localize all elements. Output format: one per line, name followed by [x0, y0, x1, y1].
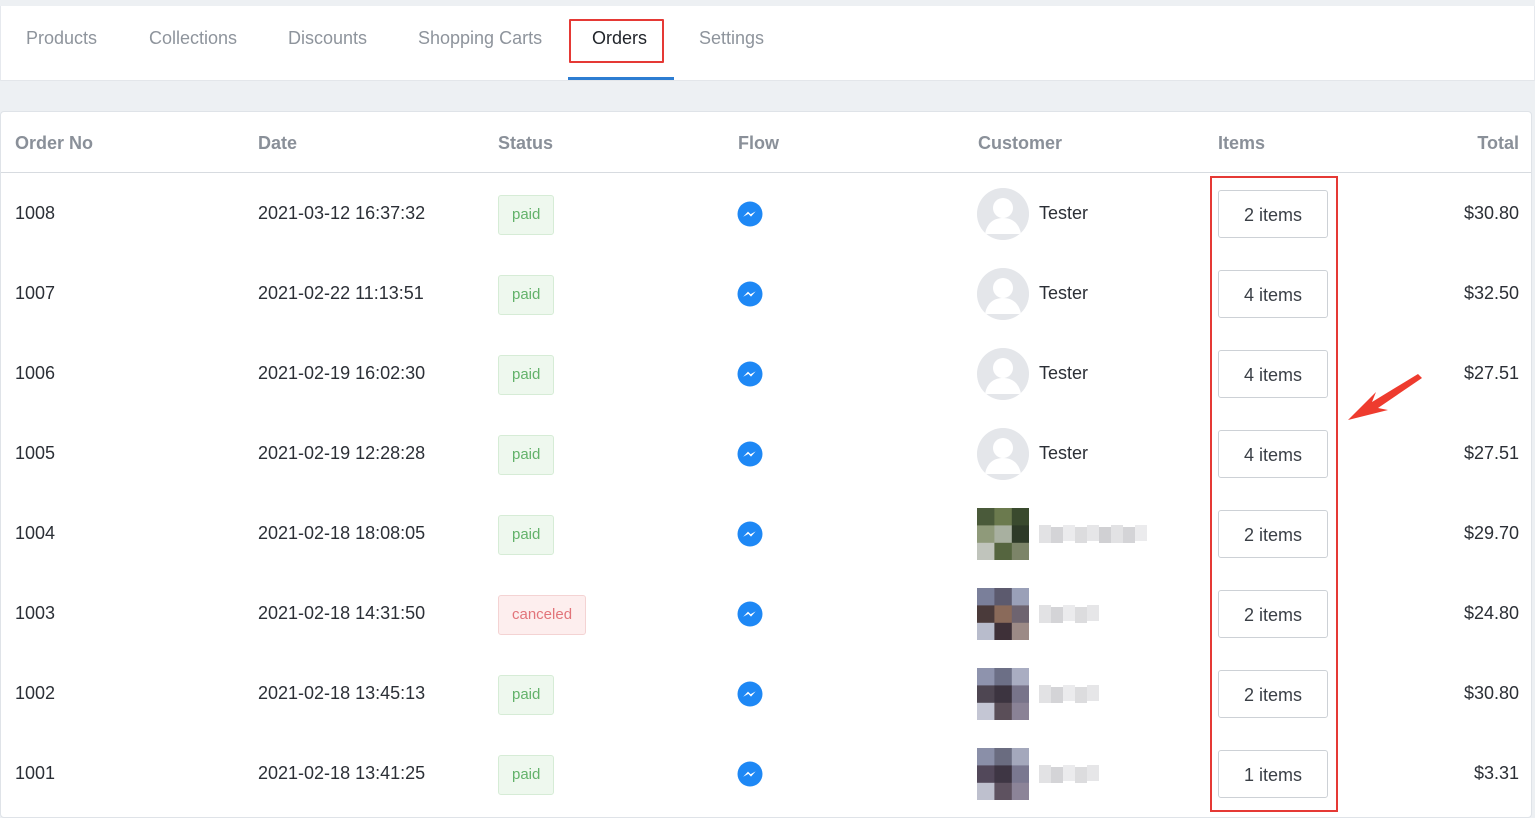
- header-items: Items: [1218, 133, 1266, 153]
- items-button[interactable]: 2 items: [1218, 510, 1328, 558]
- order-no: 1003: [15, 603, 56, 623]
- customer-name-redacted: [1039, 765, 1099, 785]
- tab-settings[interactable]: Settings: [699, 28, 764, 49]
- header-flow: Flow: [738, 133, 779, 153]
- order-no: 1004: [15, 523, 56, 543]
- order-date: 2021-02-18 13:41:25: [258, 763, 426, 783]
- status-badge: paid: [498, 275, 555, 315]
- order-total: $24.80: [1463, 603, 1519, 623]
- header-total: Total: [1477, 133, 1519, 153]
- messenger-icon: [737, 601, 763, 627]
- order-total: $32.50: [1463, 283, 1519, 303]
- messenger-icon: [737, 441, 763, 467]
- status-badge: paid: [498, 195, 555, 235]
- status-badge: paid: [498, 675, 555, 715]
- items-button[interactable]: 4 items: [1218, 350, 1328, 398]
- table-row[interactable]: 1005 2021-02-19 12:28:28 paid Tester 4 items…: [1, 414, 1531, 494]
- messenger-icon: [737, 681, 763, 707]
- customer-name: Tester: [1039, 443, 1089, 463]
- order-total: $30.80: [1463, 203, 1519, 223]
- items-button[interactable]: 2 items: [1218, 590, 1328, 638]
- tab-orders[interactable]: Orders: [592, 28, 647, 49]
- customer-name: Tester: [1039, 363, 1089, 383]
- order-date: 2021-02-18 18:08:05: [258, 523, 426, 543]
- items-button[interactable]: 2 items: [1218, 670, 1328, 718]
- table-row[interactable]: 1001 2021-02-18 13:41:25 paid 1 items $3.31: [1, 734, 1531, 814]
- orders-table: Order No Date Status Flow Customer Items…: [0, 111, 1532, 818]
- order-no: 1001: [15, 763, 56, 783]
- messenger-icon: [737, 361, 763, 387]
- order-total: $27.51: [1463, 443, 1519, 463]
- customer-name: Tester: [1039, 203, 1089, 223]
- table-row[interactable]: 1002 2021-02-18 13:45:13 paid 2 items $30.80: [1, 654, 1531, 734]
- status-badge: paid: [498, 515, 555, 555]
- order-date: 2021-02-22 11:13:51: [258, 283, 424, 303]
- order-date: 2021-02-18 13:45:13: [258, 683, 426, 703]
- table-header: Order No Date Status Flow Customer Items…: [1, 112, 1531, 173]
- tab-discounts[interactable]: Discounts: [288, 28, 367, 49]
- customer-name-redacted: [1039, 685, 1099, 705]
- messenger-icon: [737, 521, 763, 547]
- customer-name-redacted: [1039, 525, 1147, 545]
- header-customer: Customer: [978, 133, 1063, 153]
- messenger-icon: [737, 201, 763, 227]
- order-date: 2021-03-12 16:37:32: [258, 203, 426, 223]
- order-date: 2021-02-19 16:02:30: [258, 363, 426, 383]
- order-no: 1005: [15, 443, 56, 463]
- messenger-icon: [737, 281, 763, 307]
- order-no: 1007: [15, 283, 56, 303]
- order-total: $29.70: [1463, 523, 1519, 543]
- header-status: Status: [498, 133, 554, 153]
- customer-avatar: [977, 668, 1029, 720]
- order-no: 1006: [15, 363, 56, 383]
- customer-avatar: [977, 268, 1029, 320]
- order-date: 2021-02-19 12:28:28: [258, 443, 426, 463]
- items-button[interactable]: 2 items: [1218, 190, 1328, 238]
- order-date: 2021-02-18 14:31:50: [258, 603, 426, 623]
- header-date: Date: [258, 133, 298, 153]
- table-row[interactable]: 1006 2021-02-19 16:02:30 paid Tester 4 items…: [1, 334, 1531, 414]
- items-button[interactable]: 1 items: [1218, 750, 1328, 798]
- customer-avatar: [977, 348, 1029, 400]
- status-badge: paid: [498, 755, 555, 795]
- order-no: 1008: [15, 203, 56, 223]
- table-row[interactable]: 1007 2021-02-22 11:13:51 paid Tester 4 items…: [1, 254, 1531, 334]
- table-row[interactable]: 1003 2021-02-18 14:31:50 canceled 2 items $2…: [1, 574, 1531, 654]
- order-total: $3.31: [1473, 763, 1519, 783]
- tab-products[interactable]: Products: [26, 28, 97, 49]
- status-badge: paid: [498, 435, 555, 475]
- tab-shopping-carts[interactable]: Shopping Carts: [418, 28, 542, 49]
- customer-avatar: [977, 588, 1029, 640]
- customer-avatar: [977, 188, 1029, 240]
- active-tab-indicator: [568, 77, 674, 80]
- status-badge: paid: [498, 355, 555, 395]
- table-row[interactable]: 1004 2021-02-18 18:08:05 paid 2 items $29.70: [1, 494, 1531, 574]
- order-total: $30.80: [1463, 683, 1519, 703]
- table-row[interactable]: 1008 2021-03-12 16:37:32 paid Tester 2 items…: [1, 174, 1531, 254]
- customer-avatar: [977, 508, 1029, 560]
- tab-bar: Products Collections Discounts Shopping …: [0, 6, 1535, 81]
- tab-collections[interactable]: Collections: [149, 28, 237, 49]
- customer-name-redacted: [1039, 605, 1099, 625]
- customer-avatar: [977, 428, 1029, 480]
- items-button[interactable]: 4 items: [1218, 270, 1328, 318]
- messenger-icon: [737, 761, 763, 787]
- customer-avatar: [977, 748, 1029, 800]
- order-total: $27.51: [1463, 363, 1519, 383]
- items-button[interactable]: 4 items: [1218, 430, 1328, 478]
- order-no: 1002: [15, 683, 56, 703]
- customer-name: Tester: [1039, 283, 1089, 303]
- status-badge: canceled: [498, 595, 587, 635]
- header-order-no: Order No: [15, 133, 94, 153]
